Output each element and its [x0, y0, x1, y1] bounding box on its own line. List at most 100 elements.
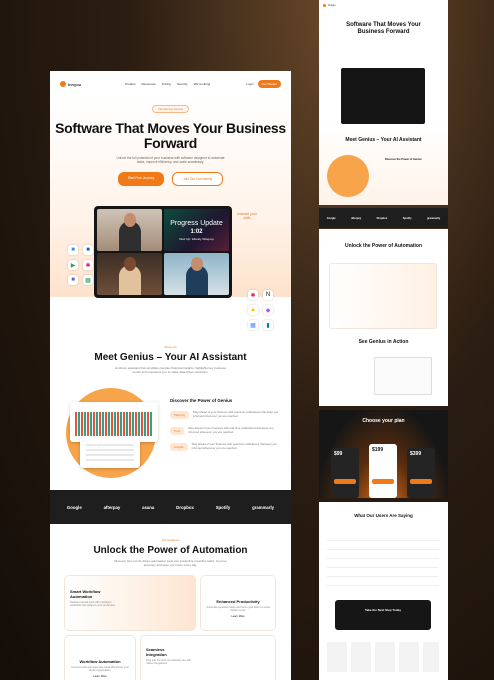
- logo-icon: [323, 3, 326, 7]
- automation-subtitle: Discover how our AI-driven automation to…: [114, 559, 227, 567]
- sheets-icon: ▦: [83, 275, 93, 285]
- nav-link-security[interactable]: Security: [177, 82, 188, 86]
- logo-grammarly: grammarly: [252, 504, 275, 510]
- feature-card[interactable]: Seamless Integration Plug into the tools…: [140, 635, 276, 680]
- logo-asana: asana: [142, 504, 155, 510]
- notion-icon: N: [263, 290, 273, 300]
- feature-tag: Insights: [170, 443, 188, 451]
- feature-card[interactable]: Smart Workflow Automation Reduce manual …: [64, 575, 196, 631]
- price-value: $199: [372, 447, 384, 453]
- participant-face: [190, 257, 203, 271]
- card-text: Plug into the tools you already use with…: [146, 659, 191, 666]
- mini-feature-cards: [329, 263, 437, 329]
- logo-strip: Google afterpay asana Dropbox Spotify gr…: [50, 490, 291, 524]
- mini-automation-title: Unlock the Power of Automation: [344, 243, 423, 249]
- learn-more-link[interactable]: Learn More: [206, 615, 270, 618]
- card-title: Enhanced Productivity: [216, 599, 260, 604]
- side-logo-strip: Google afterpay Dropbox Spotify grammarl…: [319, 208, 448, 228]
- card-text: Automate repetitive tasks and focus your…: [206, 606, 270, 613]
- genius-section: About Us Meet Genius – Your AI Assistant…: [50, 345, 291, 374]
- price-value: $399: [410, 451, 422, 457]
- mini-users-title: What Our Users Are Saying: [354, 513, 413, 518]
- feature-row: Planning Stay ahead of your finances with…: [170, 410, 280, 419]
- mini-dashboard: [374, 357, 432, 395]
- drive-icon: ▲: [248, 305, 258, 315]
- brand-logo[interactable]: Innyou: [60, 81, 81, 87]
- discover-title: Discover the Power of Genius: [170, 398, 233, 403]
- progress-time: 1:02: [190, 228, 203, 235]
- bar-chart-graphic: [75, 412, 153, 436]
- price-card-featured[interactable]: $199: [369, 444, 397, 498]
- chart-card: [70, 402, 158, 442]
- nav-link-product[interactable]: Product: [125, 82, 135, 86]
- slack-icon: ✱: [248, 290, 258, 300]
- meet-icon: ▶: [68, 260, 78, 270]
- card-text: Connect tools and automate hand-offs acr…: [70, 666, 130, 673]
- brand-name: Innyou: [328, 3, 336, 7]
- video-call-preview: Progress Update 1:02 Next Up: Weekly Wra…: [94, 206, 232, 298]
- price-cta[interactable]: [372, 479, 394, 484]
- logo-google: Google: [66, 504, 82, 510]
- figma-icon: ◆: [263, 305, 273, 315]
- decor-circle: [327, 155, 369, 197]
- feature-text: Stay ahead of your finances with real-ti…: [192, 410, 279, 418]
- card-title: Smart Workflow Automation: [70, 589, 101, 599]
- card-title: Seamless Integration: [146, 647, 167, 657]
- progress-update-tile: Progress Update 1:02 Next Up: Weekly Wra…: [164, 209, 229, 251]
- join-community-button[interactable]: Join Our Community: [172, 172, 224, 186]
- feature-row: Insights Stay ahead of your finances with…: [170, 442, 280, 451]
- price-cta[interactable]: [410, 479, 432, 484]
- mini-next-step-title: Take the Next Step Today: [364, 608, 402, 612]
- feature-card[interactable]: Enhanced Productivity Automate repetitiv…: [200, 575, 276, 631]
- automation-cards: Smart Workflow Automation Reduce manual …: [64, 575, 277, 680]
- side-preview-automation: Unlock the Power of Automation See Geniu…: [319, 229, 448, 406]
- calendar-icon: ▦: [248, 320, 258, 330]
- logo-grammarly: grammarly: [426, 216, 441, 220]
- nav-link-resources[interactable]: Resources: [141, 82, 155, 86]
- video-tile-3: [97, 253, 162, 295]
- video-tile-4: [164, 253, 229, 295]
- nav-link-pricing[interactable]: Pricing: [162, 82, 171, 86]
- feature-text: Stay ahead of your finances with real-ti…: [188, 426, 274, 434]
- feature-card[interactable]: Workflow Automation Connect tools and au…: [64, 635, 136, 680]
- trello-icon: ▮: [263, 320, 273, 330]
- progress-title: Progress Update: [170, 219, 223, 227]
- mini-navbar: Innyou: [319, 0, 448, 10]
- genius-subtitle: AI-driven assistant that simplifies comp…: [114, 366, 227, 374]
- hero-annotation: unleash your skills: [236, 212, 258, 220]
- feature-tag: Planning: [170, 411, 189, 419]
- navbar: Innyou Product Resources Pricing Securit…: [50, 71, 291, 97]
- feature-text: Stay ahead of your finances with real-ti…: [191, 442, 277, 450]
- mini-testimonials: [327, 532, 439, 592]
- learn-more-link[interactable]: Learn More: [70, 675, 130, 678]
- price-card[interactable]: $99: [331, 448, 359, 498]
- price-card[interactable]: $399: [407, 448, 435, 498]
- video-tile-1: [97, 209, 162, 251]
- logo-icon: [60, 81, 66, 87]
- genius-showcase: Discover the Power of Genius Planning Sta…: [50, 374, 291, 484]
- logo-afterpay: afterpay: [103, 504, 121, 510]
- card-title: Workflow Automation: [79, 659, 121, 664]
- start-free-button[interactable]: Start Free Journey: [117, 172, 165, 186]
- participant-face: [123, 257, 136, 271]
- mini-next-step-banner: Take the Next Step Today: [335, 600, 431, 630]
- mini-genius-title: Meet Genius – Your AI Assistant: [345, 137, 422, 143]
- outlook-icon: ■: [83, 245, 93, 255]
- side-preview-hero: Innyou Software That Moves Your Business…: [319, 0, 448, 205]
- get-started-button[interactable]: Get Started: [257, 80, 281, 88]
- price-value: $99: [334, 451, 343, 457]
- price-cta[interactable]: [334, 479, 356, 484]
- login-link[interactable]: Login: [246, 82, 253, 86]
- nav-link-hiring[interactable]: We're Hiring: [194, 82, 210, 86]
- transactions-card: [80, 438, 140, 468]
- mini-action-title: See Genius in Action: [358, 339, 409, 345]
- logo-dropbox: Dropbox: [176, 504, 194, 510]
- card-text: Reduce manual work with intelligent work…: [70, 601, 116, 608]
- mini-footer: [327, 642, 439, 672]
- mini-discover-title: Discover the Power of Genius: [385, 158, 422, 161]
- logo-spotify: Spotify: [402, 216, 412, 220]
- progress-subtitle: Next Up: Weekly Wrap-up: [179, 236, 214, 241]
- logo-afterpay: afterpay: [351, 216, 362, 220]
- mini-video-preview: [341, 68, 425, 124]
- automation-section: Our Features Unlock the Power of Automat…: [50, 524, 291, 567]
